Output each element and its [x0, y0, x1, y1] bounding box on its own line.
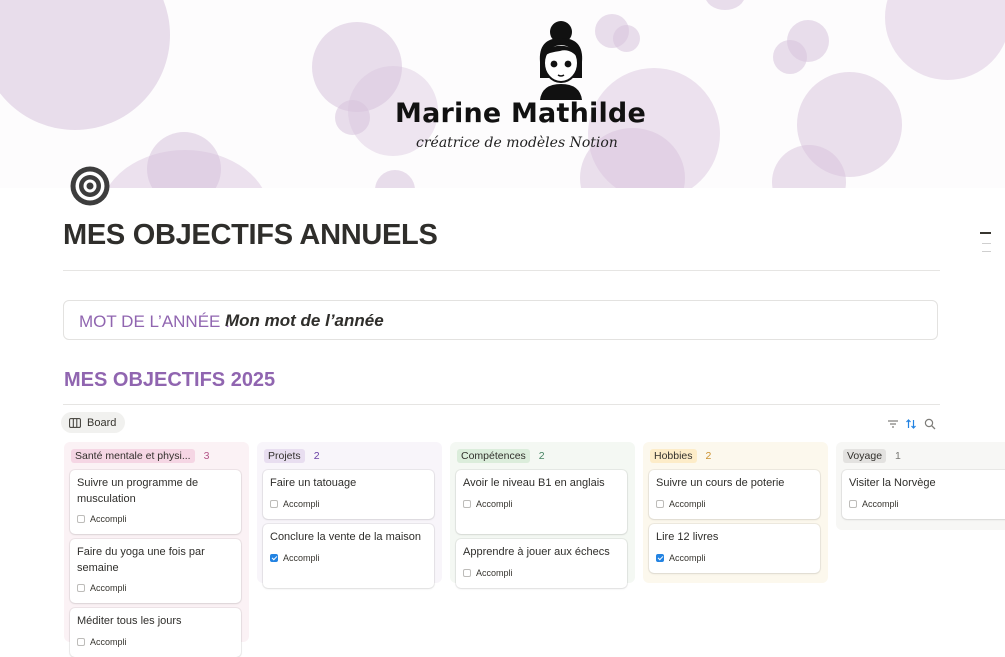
column-tag: Hobbies — [650, 449, 697, 463]
accompli-label: Accompli — [862, 498, 899, 509]
avatar-illustration — [539, 21, 583, 100]
card-title: Méditer tous les jours — [77, 615, 182, 627]
card-title: Avoir le niveau B1 en anglais — [463, 477, 605, 489]
card-title: Suivre un cours de poterie — [656, 477, 785, 489]
target-icon[interactable] — [69, 165, 111, 207]
page-title[interactable]: MES OBJECTIFS ANNUELS — [63, 219, 438, 252]
accompli-label: Accompli — [669, 498, 706, 509]
column-header[interactable]: Hobbies 2 — [650, 449, 711, 463]
view-tab-board[interactable]: Board — [61, 412, 126, 433]
column-header[interactable]: Voyage 1 — [843, 449, 901, 463]
accompli-checkbox[interactable] — [463, 568, 471, 577]
callout-value[interactable]: Mon mot de l’année — [225, 311, 384, 331]
divider — [63, 404, 940, 405]
card-title: Visiter la Norvège — [849, 477, 936, 489]
column-tag: Compétences — [457, 449, 530, 463]
accompli-label: Accompli — [90, 636, 127, 647]
board-card[interactable]: Faire du yoga une fois par semaine Accomp… — [70, 539, 241, 603]
accompli-property: Accompli — [77, 514, 234, 524]
card-title: Faire du yoga une fois par semaine — [77, 546, 205, 574]
board-card[interactable]: Avoir le niveau B1 en anglais Accompli — [456, 470, 627, 534]
card-title: Suivre un programme de musculation — [77, 477, 199, 505]
accompli-property: Accompli — [270, 499, 427, 509]
board-card[interactable]: Visiter la Norvège Accompli — [842, 470, 1005, 519]
column-tag: Santé mentale et physi... — [71, 449, 195, 463]
search-icon[interactable] — [924, 417, 936, 430]
column-header[interactable]: Compétences 2 — [457, 449, 545, 463]
board-column: Projets 2 Faire un tatouage Accompli Conclur… — [257, 442, 442, 588]
board-column: Santé mentale et physi... 3 Suivre un prog… — [64, 442, 249, 657]
filter-icon[interactable] — [887, 417, 899, 429]
column-header[interactable]: Projets 2 — [264, 449, 320, 463]
column-count: 2 — [705, 450, 712, 462]
column-tag: Projets — [264, 449, 305, 463]
accompli-checkbox[interactable] — [77, 515, 85, 523]
toc-line[interactable] — [982, 251, 991, 252]
column-count: 2 — [313, 450, 320, 462]
card-title: Apprendre à jouer aux échecs — [463, 546, 610, 558]
accompli-property: Accompli — [656, 553, 813, 563]
accompli-checkbox[interactable] — [463, 499, 471, 508]
accompli-label: Accompli — [283, 498, 320, 509]
board-card[interactable]: Suivre un cours de poterie Accompli — [649, 470, 820, 519]
callout-label: MOT DE L’ANNÉE : — [79, 312, 230, 331]
column-tag: Voyage — [843, 449, 887, 463]
board-column: Compétences 2 Avoir le niveau B1 en anglai… — [450, 442, 635, 588]
sort-icon[interactable] — [905, 417, 917, 429]
accompli-checkbox[interactable] — [656, 499, 664, 508]
section-heading[interactable]: MES OBJECTIFS 2025 — [64, 369, 275, 392]
board-column: Voyage 1 Visiter la Norvège Accompli — [836, 442, 1005, 530]
accompli-property: Accompli — [77, 637, 234, 647]
column-count: 2 — [538, 450, 545, 462]
accompli-property: Accompli — [849, 499, 1005, 509]
board-icon — [69, 417, 81, 428]
accompli-property: Accompli — [270, 553, 427, 563]
view-tab-label: Board — [87, 416, 117, 429]
accompli-label: Accompli — [669, 552, 706, 563]
accompli-property: Accompli — [463, 568, 620, 578]
card-title: Lire 12 livres — [656, 531, 719, 543]
divider — [63, 270, 940, 271]
accompli-label: Accompli — [476, 498, 513, 509]
accompli-property: Accompli — [77, 583, 234, 593]
accompli-checkbox[interactable] — [77, 584, 85, 592]
logo-tagline: créatrice de modèles Notion — [416, 135, 618, 151]
column-count: 3 — [203, 450, 210, 462]
accompli-label: Accompli — [90, 514, 127, 524]
board-card[interactable]: Apprendre à jouer aux échecs Accompli — [456, 539, 627, 588]
accompli-checkbox[interactable] — [656, 553, 664, 562]
accompli-checkbox[interactable] — [270, 499, 278, 508]
accompli-label: Accompli — [283, 552, 320, 563]
word-of-year-callout: MOT DE L’ANNÉE : Mon mot de l’année — [63, 300, 938, 340]
accompli-checkbox[interactable] — [849, 499, 857, 508]
logo: Marine Mathilde créatrice de modèles Not… — [380, 18, 646, 158]
board-card[interactable]: Conclure la vente de la maison Accompli — [263, 524, 434, 588]
card-title: Conclure la vente de la maison — [270, 531, 422, 543]
card-title: Faire un tatouage — [270, 477, 357, 489]
column-count: 1 — [895, 450, 901, 462]
board-card[interactable]: Lire 12 livres Accompli — [649, 524, 820, 573]
toc-line[interactable] — [982, 243, 991, 244]
accompli-checkbox[interactable] — [77, 637, 85, 646]
board-card[interactable]: Méditer tous les jours Accompli — [70, 608, 241, 657]
cover-image: Marine Mathilde créatrice de modèles Not… — [0, 0, 1005, 188]
board-card[interactable]: Faire un tatouage Accompli — [263, 470, 434, 519]
board-card[interactable]: Suivre un programme de musculation Accomp… — [70, 470, 241, 534]
accompli-label: Accompli — [90, 583, 127, 593]
column-header[interactable]: Santé mentale et physi... 3 — [71, 449, 209, 463]
accompli-property: Accompli — [656, 499, 813, 509]
accompli-checkbox[interactable] — [270, 553, 278, 562]
toc-line[interactable] — [980, 232, 991, 234]
accompli-label: Accompli — [476, 567, 513, 578]
logo-name: Marine Mathilde — [395, 98, 646, 129]
board-column: Hobbies 2 Suivre un cours de poterie Accomp… — [643, 442, 828, 583]
accompli-property: Accompli — [463, 499, 620, 509]
